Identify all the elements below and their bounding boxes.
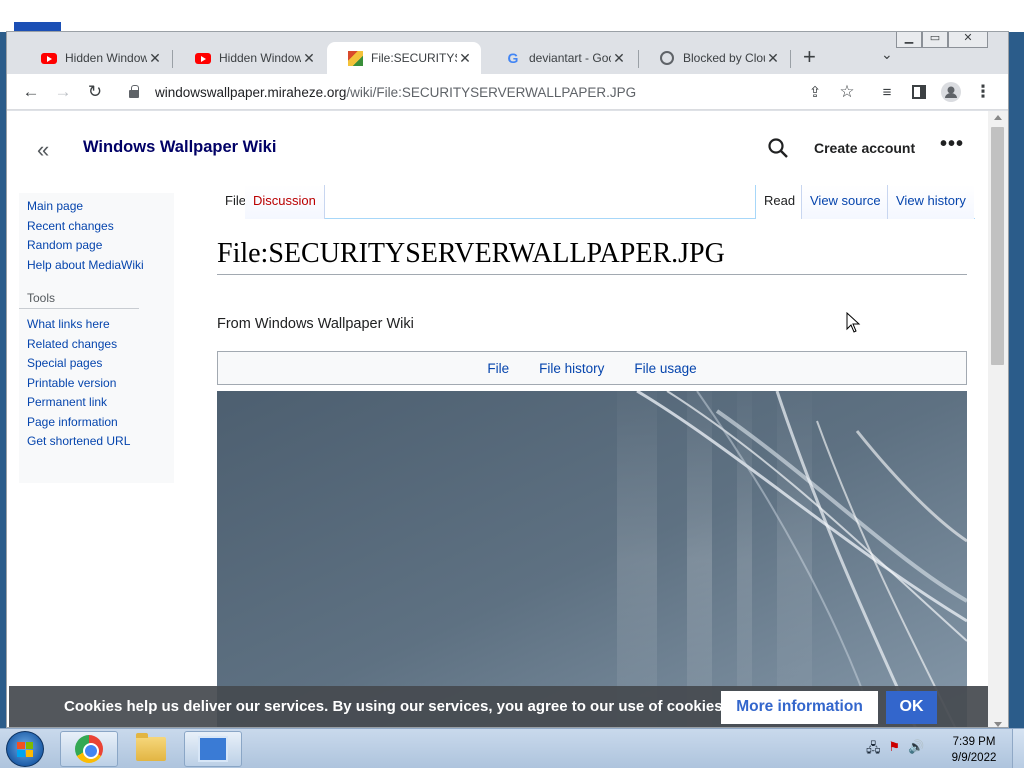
file-toc: File File history File usage [217, 351, 967, 385]
tab-title: Hidden Windows [65, 51, 147, 65]
ok-button[interactable]: OK [886, 691, 937, 724]
collapse-sidebar-icon[interactable]: « [37, 137, 49, 163]
bookmark-star-icon[interactable]: ☆ [835, 80, 859, 104]
sidebar-item-main-page[interactable]: Main page [19, 197, 174, 217]
url-text[interactable]: windowswallpaper.miraheze.org/wiki/File:… [155, 85, 636, 100]
show-desktop-button[interactable] [1012, 729, 1024, 768]
taskbar-chrome[interactable] [60, 731, 118, 767]
browser-window: Hidden Windows ✕ Hidden Windows ✕ File:S… [6, 31, 1009, 728]
google-icon: G [507, 50, 519, 66]
tab-title: Hidden Windows [219, 51, 301, 65]
file-toc-file[interactable]: File [487, 361, 509, 376]
youtube-icon [41, 50, 57, 66]
more-options-icon[interactable]: ••• [940, 133, 964, 156]
wallpaper-image[interactable] [217, 391, 967, 727]
tab-read[interactable]: Read [755, 185, 805, 219]
clock[interactable]: 7:39 PM 9/9/2022 [944, 734, 1004, 766]
tab-discussion[interactable]: Discussion [245, 185, 325, 219]
file-toc-file-history[interactable]: File history [539, 361, 604, 376]
youtube-icon [195, 50, 211, 66]
new-tab-button[interactable]: + [803, 46, 816, 68]
sidebar-item-page-information[interactable]: Page information [19, 413, 174, 433]
cookie-banner: Cookies help us deliver our services. By… [9, 686, 988, 727]
side-panel-icon[interactable] [907, 80, 931, 104]
tab-deviantart-google[interactable]: G deviantart - Google ✕ [485, 42, 635, 74]
windows-logo-icon [17, 742, 33, 757]
maximize-button[interactable]: ▭ [922, 32, 948, 48]
action-center-flag-icon[interactable]: ⚑ [889, 739, 901, 761]
network-icon[interactable]: 🖧 [866, 739, 881, 761]
taskbar-file-explorer[interactable] [122, 731, 180, 767]
page-tabs: File Discussion Read View source View hi… [217, 185, 975, 219]
volume-icon[interactable]: 🔊 [908, 739, 924, 761]
globe-icon [659, 50, 675, 66]
system-tray: 🖧 ⚑ 🔊 [866, 739, 924, 761]
sidebar-item-related-changes[interactable]: Related changes [19, 335, 174, 355]
tab-security-server-wallpaper[interactable]: File:SECURITYSERVERWALLPAPER ✕ [327, 42, 481, 74]
more-information-button[interactable]: More information [721, 691, 878, 724]
sidebar-item-printable-version[interactable]: Printable version [19, 374, 174, 394]
tab-title: File:SECURITYSERVERWALLPAPER [371, 51, 457, 65]
forward-arrow-icon[interactable]: → [51, 80, 75, 104]
close-window-button[interactable]: ✕ [948, 32, 988, 48]
tab-view-history[interactable]: View history [887, 185, 974, 219]
taskbar: 🖧 ⚑ 🔊 7:39 PM 9/9/2022 [0, 728, 1024, 768]
file-toc-file-usage[interactable]: File usage [634, 361, 696, 376]
sidebar-item-special-pages[interactable]: Special pages [19, 354, 174, 374]
chrome-icon [75, 735, 103, 763]
media-queue-icon[interactable]: ≡ [875, 80, 899, 104]
cookie-message: Cookies help us deliver our services. By… [64, 698, 727, 715]
wiki-favicon [347, 50, 363, 66]
close-tab-icon[interactable]: ✕ [457, 50, 473, 67]
sidebar-item-shortened-url[interactable]: Get shortened URL [19, 432, 174, 452]
reload-icon[interactable]: ↻ [83, 80, 107, 104]
sidebar-item-permanent-link[interactable]: Permanent link [19, 393, 174, 413]
mouse-cursor-icon [846, 312, 861, 333]
wiki-header: « Windows Wallpaper Wiki Create account … [7, 111, 988, 187]
close-tab-icon[interactable]: ✕ [301, 50, 317, 67]
tab-title: Blocked by Cloudflare [683, 51, 765, 65]
tab-strip: Hidden Windows ✕ Hidden Windows ✕ File:S… [7, 32, 1008, 74]
profile-avatar-icon[interactable] [939, 80, 963, 104]
sidebar-item-help[interactable]: Help about MediaWiki [19, 256, 174, 276]
address-bar[interactable]: windowswallpaper.miraheze.org/wiki/File:… [119, 78, 889, 106]
web-page: « Windows Wallpaper Wiki Create account … [7, 111, 988, 727]
tab-blocked-by-cloudflare[interactable]: Blocked by Cloudflare ✕ [639, 42, 789, 74]
back-arrow-icon[interactable]: ← [19, 80, 43, 104]
tab-hidden-windows-2[interactable]: Hidden Windows ✕ [175, 42, 325, 74]
tab-hidden-windows-1[interactable]: Hidden Windows ✕ [21, 42, 171, 74]
clock-date: 9/9/2022 [951, 752, 997, 764]
desktop-background [0, 0, 1024, 32]
chrome-menu-icon[interactable]: ⋮ [971, 80, 995, 104]
sidebar-tools-heading: Tools [19, 291, 139, 309]
sidebar: Main page Recent changes Random page Hel… [19, 193, 174, 483]
start-button[interactable] [6, 731, 44, 767]
sidebar-item-what-links-here[interactable]: What links here [19, 315, 174, 335]
search-icon[interactable] [766, 136, 790, 160]
browser-toolbar: ← → ↻ windowswallpaper.miraheze.org/wiki… [7, 74, 1008, 110]
close-tab-icon[interactable]: ✕ [147, 50, 163, 67]
scrollbar-thumb[interactable] [991, 127, 1004, 365]
close-tab-icon[interactable]: ✕ [765, 50, 781, 67]
lock-icon[interactable] [129, 84, 139, 98]
create-account-link[interactable]: Create account [814, 140, 915, 156]
sidebar-item-recent-changes[interactable]: Recent changes [19, 217, 174, 237]
tab-title: deviantart - Google [529, 51, 611, 65]
clock-time: 7:39 PM [952, 736, 996, 748]
taskbar-control-panel[interactable] [184, 731, 242, 767]
tab-view-source[interactable]: View source [801, 185, 889, 219]
site-subtitle: From Windows Wallpaper Wiki [217, 316, 414, 332]
page-title: File:SECURITYSERVERWALLPAPER.JPG [217, 238, 967, 275]
share-icon[interactable]: ⇪ [803, 80, 827, 104]
minimize-button[interactable]: ▁ [896, 32, 922, 48]
tab-search-chevron-icon[interactable]: ⌄ [881, 46, 893, 63]
file-explorer-icon [136, 733, 166, 761]
vertical-scrollbar[interactable] [988, 111, 1008, 727]
sidebar-item-random-page[interactable]: Random page [19, 236, 174, 256]
site-title[interactable]: Windows Wallpaper Wiki [83, 138, 276, 157]
close-tab-icon[interactable]: ✕ [611, 50, 627, 67]
control-panel-icon [198, 736, 228, 762]
